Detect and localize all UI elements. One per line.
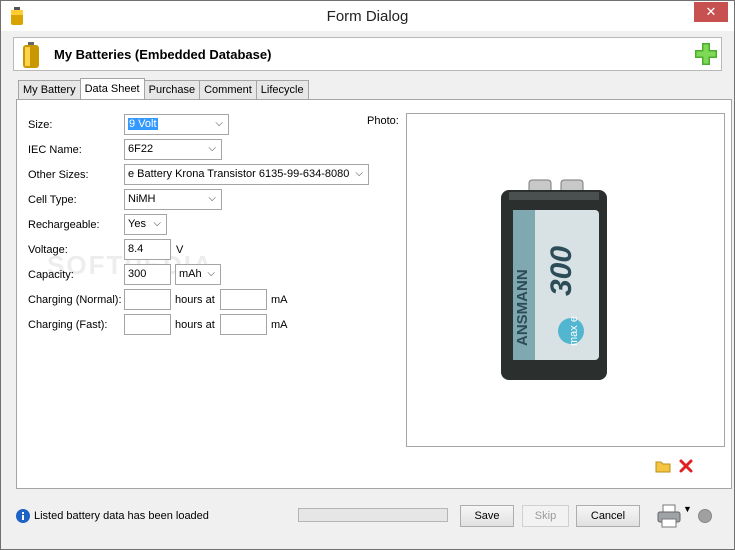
- battery-brand-text: ANSMANN: [514, 269, 531, 346]
- size-select[interactable]: 9 Volt ⌵: [124, 114, 229, 135]
- status-indicator: [698, 509, 712, 523]
- form-dialog-window: Form Dialog ✕ My Batteries (Embedded Dat…: [0, 0, 735, 550]
- printer-menu-arrow[interactable]: ▼: [683, 504, 692, 514]
- database-title: My Batteries (Embedded Database): [54, 47, 272, 62]
- chevron-down-icon: ⌵: [355, 168, 363, 179]
- hours-at-label: hours at: [175, 319, 215, 331]
- chevron-down-icon: ⌵: [208, 193, 216, 204]
- ma-unit-label: mA: [271, 319, 288, 331]
- delete-icon[interactable]: [678, 458, 694, 474]
- close-button[interactable]: ✕: [694, 2, 728, 22]
- battery-badge-text: max e: [568, 316, 580, 346]
- tab-strip: My Battery Data Sheet Purchase Comment L…: [18, 78, 309, 100]
- size-value: 9 Volt: [128, 118, 158, 130]
- tab-lifecycle[interactable]: Lifecycle: [255, 80, 309, 100]
- other-sizes-select[interactable]: e Battery Krona Transistor 6135-99-634-8…: [124, 164, 369, 185]
- photo-frame[interactable]: ANSMANN 300 max e: [406, 113, 725, 447]
- cell-type-label: Cell Type:: [28, 194, 77, 206]
- data-sheet-panel: SOFTPEDIA Size: 9 Volt ⌵ IEC Name: 6F22 …: [16, 99, 732, 489]
- charging-normal-ma-input[interactable]: [220, 289, 267, 310]
- tab-data-sheet[interactable]: Data Sheet: [79, 78, 145, 100]
- charging-fast-label: Charging (Fast):: [28, 319, 108, 331]
- iec-name-select[interactable]: 6F22 ⌵: [124, 139, 222, 160]
- cancel-button[interactable]: Cancel: [576, 505, 640, 527]
- battery-icon: [23, 42, 39, 68]
- capacity-input[interactable]: 300: [124, 264, 171, 285]
- chevron-down-icon: ⌵: [153, 218, 161, 229]
- voltage-label: Voltage:: [28, 244, 68, 256]
- capacity-unit-select[interactable]: mAh ⌵: [175, 264, 221, 285]
- voltage-input[interactable]: 8.4: [124, 239, 171, 260]
- window-title: Form Dialog: [326, 8, 409, 25]
- photo-label: Photo:: [367, 115, 399, 127]
- cell-type-select[interactable]: NiMH ⌵: [124, 189, 222, 210]
- ma-unit-label: mA: [271, 294, 288, 306]
- iec-name-label: IEC Name:: [28, 144, 82, 156]
- charging-normal-label: Charging (Normal):: [28, 294, 122, 306]
- chevron-down-icon: ⌵: [207, 268, 215, 279]
- chevron-down-icon: ⌵: [208, 143, 216, 154]
- rechargeable-value: Yes: [128, 218, 146, 230]
- rechargeable-select[interactable]: Yes ⌵: [124, 214, 167, 235]
- battery-photo: ANSMANN 300 max e: [501, 179, 607, 380]
- size-label: Size:: [28, 119, 53, 131]
- add-icon[interactable]: [695, 43, 717, 65]
- other-sizes-value: e Battery Krona Transistor 6135-99-634-8…: [128, 168, 350, 180]
- capacity-unit-value: mAh: [179, 268, 202, 280]
- save-button[interactable]: Save: [460, 505, 514, 527]
- tab-comment[interactable]: Comment: [199, 80, 257, 100]
- cell-type-value: NiMH: [128, 193, 156, 205]
- voltage-unit: V: [176, 244, 184, 256]
- battery-capacity-text: 300: [545, 246, 578, 296]
- charging-fast-ma-input[interactable]: [220, 314, 267, 335]
- iec-name-value: 6F22: [128, 143, 154, 155]
- charging-fast-hours-input[interactable]: [124, 314, 171, 335]
- printer-icon[interactable]: [656, 504, 682, 528]
- title-bar: Form Dialog ✕: [1, 1, 734, 31]
- other-sizes-label: Other Sizes:: [28, 169, 89, 181]
- info-icon: [16, 509, 30, 523]
- progress-bar: [298, 508, 448, 522]
- tab-my-battery[interactable]: My Battery: [18, 80, 81, 100]
- hours-at-label: hours at: [175, 294, 215, 306]
- skip-button[interactable]: Skip: [522, 505, 569, 527]
- status-bar: Listed battery data has been loaded Save…: [1, 501, 734, 531]
- tab-purchase[interactable]: Purchase: [143, 80, 201, 100]
- charging-normal-hours-input[interactable]: [124, 289, 171, 310]
- status-message: Listed battery data has been loaded: [34, 510, 209, 522]
- chevron-down-icon: ⌵: [215, 118, 223, 129]
- capacity-label: Capacity:: [28, 269, 74, 281]
- rechargeable-label: Rechargeable:: [28, 219, 100, 231]
- folder-icon[interactable]: [655, 458, 671, 474]
- header-bar: My Batteries (Embedded Database): [13, 37, 722, 71]
